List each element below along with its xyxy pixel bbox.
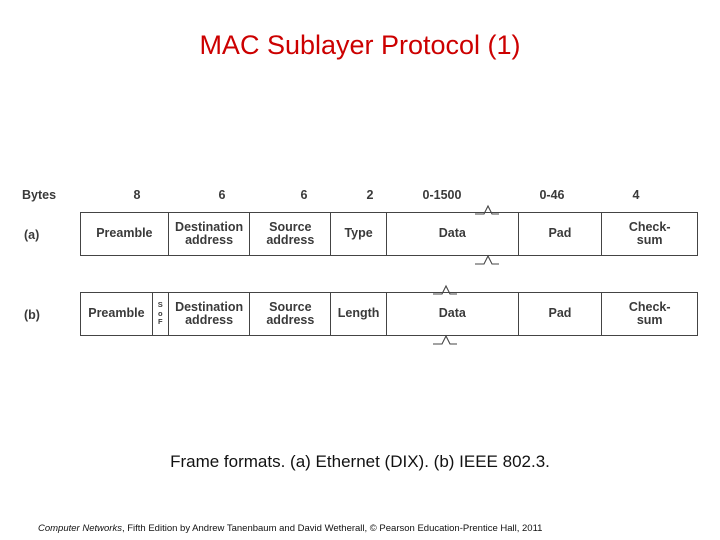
cell-preamble-a: Preamble [81,213,169,255]
break-mark-bottom-a [474,254,500,266]
footer-book-title: Computer Networks [38,523,122,534]
size-header-data: 0-1500 [422,188,462,202]
cell-checksum-a: Check- sum [628,219,671,247]
size-header-preamble: 8 [133,188,141,202]
size-header-pad: 0-46 [539,188,565,202]
slide: MAC Sublayer Protocol (1) Bytes 8 6 6 2 … [0,0,720,540]
frame-row-a: Preamble Destination address Source addr… [80,212,698,256]
page-title: MAC Sublayer Protocol (1) [199,30,521,60]
size-header-type: 2 [366,188,374,202]
cell-pad-a: Pad [519,213,603,255]
cell-source-address-a: Source address [250,213,332,255]
cell-destination-address-a: Destination address [169,213,251,255]
break-mark-bottom-b [432,334,458,346]
footer-credit: , Fifth Edition by Andrew Tanenbaum and … [121,523,543,534]
cell-data-b: Data [387,293,519,335]
copyright-footer: Computer Networks, Fifth Edition by Andr… [38,523,542,534]
row-label-b: (b) [24,308,40,322]
break-mark-top-a [474,204,500,216]
cell-length-b: Length [331,293,388,335]
row-label-a: (a) [24,228,40,242]
figure-caption: Frame formats. (a) Ethernet (DIX). (b) I… [170,452,550,471]
cell-source-address-b: Source address [250,293,332,335]
cell-start-of-frame-b: S o F [153,293,169,335]
cell-type-a: Type [331,213,388,255]
size-header-destination: 6 [218,188,226,202]
cell-preamble-b: Preamble [81,293,153,335]
cell-pad-b: Pad [519,293,603,335]
break-mark-top-b [432,284,458,296]
frame-row-b: Preamble S o F Destination address Sourc… [80,292,698,336]
bytes-axis-label: Bytes [22,188,57,202]
cell-destination-address-b: Destination address [169,293,251,335]
size-header-checksum: 4 [632,188,640,202]
cell-data-a: Data [387,213,519,255]
cell-checksum-b: Check- sum [628,299,671,327]
frame-format-diagram: Bytes 8 6 6 2 0-1500 0-46 4 (a) Preamble… [22,180,698,355]
